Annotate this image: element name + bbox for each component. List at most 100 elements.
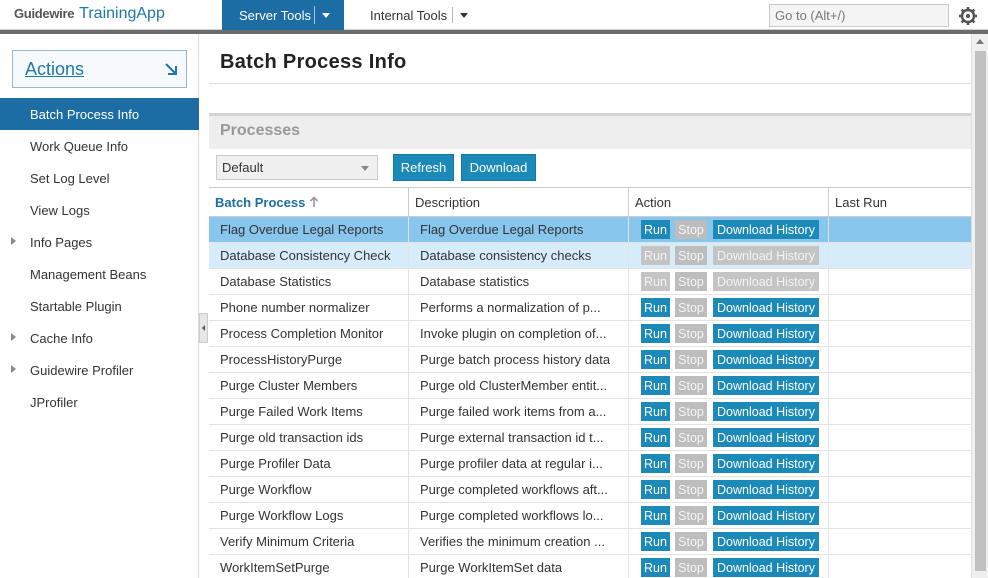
download-history-button[interactable]: Download History (713, 454, 819, 473)
run-button[interactable]: Run (641, 220, 670, 239)
stop-button[interactable]: Stop (675, 402, 707, 421)
tab-server-tools[interactable]: Server Tools (222, 0, 344, 30)
table-row[interactable]: Purge Failed Work Items Purge failed work… (209, 399, 971, 425)
download-history-button[interactable]: Download History (713, 558, 819, 577)
run-button[interactable]: Run (641, 324, 670, 343)
download-history-button[interactable]: Download History (713, 220, 819, 239)
download-history-button[interactable]: Download History (713, 532, 819, 551)
run-button[interactable]: Run (641, 272, 670, 291)
table-row[interactable]: Phone number normalizer Performs a normal… (209, 295, 971, 321)
sidebar-item-startable-plugin[interactable]: Startable Plugin (0, 290, 199, 322)
run-button[interactable]: Run (641, 402, 670, 421)
download-history-button[interactable]: Download History (713, 428, 819, 447)
table-row[interactable]: Purge Cluster Members Purge old ClusterMe… (209, 373, 971, 399)
sidebar-item-jprofiler[interactable]: JProfiler (0, 386, 199, 418)
goto-search-input[interactable]: Go to (Alt+/) (769, 4, 949, 27)
sidebar-item-view-logs[interactable]: View Logs (0, 194, 199, 226)
chevron-down-icon (361, 166, 369, 171)
stop-button[interactable]: Stop (675, 506, 707, 525)
table-row[interactable]: Purge Workflow Purge completed workflows … (209, 477, 971, 503)
sidebar-item-guidewire-profiler[interactable]: Guidewire Profiler (0, 354, 199, 386)
stop-button[interactable]: Stop (675, 246, 707, 265)
run-button[interactable]: Run (641, 454, 670, 473)
run-button[interactable]: Run (641, 506, 670, 525)
stop-button[interactable]: Stop (675, 272, 707, 291)
sidebar-item-batch-process-info[interactable]: Batch Process Info (0, 98, 199, 130)
column-header-last-run[interactable]: Last Run (829, 188, 971, 216)
run-button[interactable]: Run (641, 532, 670, 551)
column-header-description[interactable]: Description (409, 188, 629, 216)
table-row[interactable]: WorkItemSetPurge Purge WorkItemSet data Ru… (209, 555, 971, 578)
table-row[interactable]: Purge Profiler Data Purge profiler data a… (209, 451, 971, 477)
run-button[interactable]: Run (641, 246, 670, 265)
vertical-scrollbar[interactable] (971, 34, 988, 578)
expand-arrow-icon[interactable] (11, 237, 16, 245)
stop-button[interactable]: Stop (675, 428, 707, 447)
sidebar-item-set-log-level[interactable]: Set Log Level (0, 162, 199, 194)
stop-button[interactable]: Stop (675, 350, 707, 369)
table-row[interactable]: Flag Overdue Legal Reports Flag Overdue L… (209, 217, 971, 243)
download-history-button[interactable]: Download History (713, 324, 819, 343)
stop-button[interactable]: Stop (675, 454, 707, 473)
download-history-button[interactable]: Download History (713, 376, 819, 395)
last-run-cell (829, 503, 971, 528)
expand-arrow-icon[interactable] (11, 365, 16, 373)
description-cell: Purge batch process history data (409, 347, 629, 372)
sidebar-item-info-pages[interactable]: Info Pages (0, 226, 199, 258)
actions-button[interactable]: Actions (12, 50, 187, 88)
table-row[interactable]: Purge Workflow Logs Purge completed workf… (209, 503, 971, 529)
run-button[interactable]: Run (641, 428, 670, 447)
stop-button[interactable]: Stop (675, 220, 707, 239)
main-panel: Batch Process Info Processes Default Ref… (209, 34, 971, 578)
table-row[interactable]: Database Consistency Check Database consi… (209, 243, 971, 269)
tab-internal-tools[interactable]: Internal Tools (358, 0, 478, 30)
run-button[interactable]: Run (641, 350, 670, 369)
chevron-down-icon[interactable] (460, 12, 468, 18)
stop-button[interactable]: Stop (675, 558, 707, 577)
chevron-down-icon[interactable] (322, 12, 330, 18)
table-row[interactable]: Purge old transaction ids Purge external … (209, 425, 971, 451)
sidebar-item-cache-info[interactable]: Cache Info (0, 322, 199, 354)
expand-arrow-icon[interactable] (11, 333, 16, 341)
process-name-cell: ProcessHistoryPurge (209, 347, 409, 372)
table-row[interactable]: Process Completion Monitor Invoke plugin … (209, 321, 971, 347)
description-cell: Purge completed workflows lo... (409, 503, 629, 528)
filter-select[interactable]: Default (216, 155, 378, 180)
download-history-button[interactable]: Download History (713, 506, 819, 525)
run-button[interactable]: Run (641, 376, 670, 395)
stop-button[interactable]: Stop (675, 324, 707, 343)
scroll-up-icon[interactable] (976, 39, 984, 44)
download-history-button[interactable]: Download History (713, 480, 819, 499)
process-name-cell: Purge Profiler Data (209, 451, 409, 476)
download-history-button[interactable]: Download History (713, 246, 819, 265)
sidebar-item-management-beans[interactable]: Management Beans (0, 258, 199, 290)
description-cell: Verifies the minimum creation ... (409, 529, 629, 554)
sidebar-collapse-handle[interactable] (199, 313, 208, 343)
table-row[interactable]: Verify Minimum Criteria Verifies the mini… (209, 529, 971, 555)
sidebar-item-work-queue-info[interactable]: Work Queue Info (0, 130, 199, 162)
app-brand[interactable]: Guidewire TrainingApp (14, 5, 165, 25)
column-header-label: Description (415, 194, 481, 210)
download-history-button[interactable]: Download History (713, 350, 819, 369)
run-button[interactable]: Run (641, 480, 670, 499)
table-row[interactable]: Database Statistics Database statistics Ru… (209, 269, 971, 295)
refresh-button[interactable]: Refresh (393, 154, 454, 181)
gear-icon[interactable] (958, 6, 978, 26)
download-history-button[interactable]: Download History (713, 272, 819, 291)
table-row[interactable]: ProcessHistoryPurge Purge batch process h… (209, 347, 971, 373)
run-button[interactable]: Run (641, 298, 670, 317)
scrollbar-thumb[interactable] (975, 51, 986, 571)
column-header-batch-process[interactable]: Batch Process (209, 188, 409, 216)
download-history-button[interactable]: Download History (713, 298, 819, 317)
run-button[interactable]: Run (641, 558, 670, 577)
download-history-button[interactable]: Download History (713, 402, 819, 421)
download-button[interactable]: Download (461, 154, 536, 181)
table-header: Batch Process Description Action Last Ru… (209, 187, 971, 217)
last-run-cell (829, 477, 971, 502)
stop-button[interactable]: Stop (675, 532, 707, 551)
process-name-cell: Flag Overdue Legal Reports (209, 217, 409, 242)
stop-button[interactable]: Stop (675, 480, 707, 499)
stop-button[interactable]: Stop (675, 298, 707, 317)
sidebar-item-label: Info Pages (30, 234, 93, 250)
stop-button[interactable]: Stop (675, 376, 707, 395)
